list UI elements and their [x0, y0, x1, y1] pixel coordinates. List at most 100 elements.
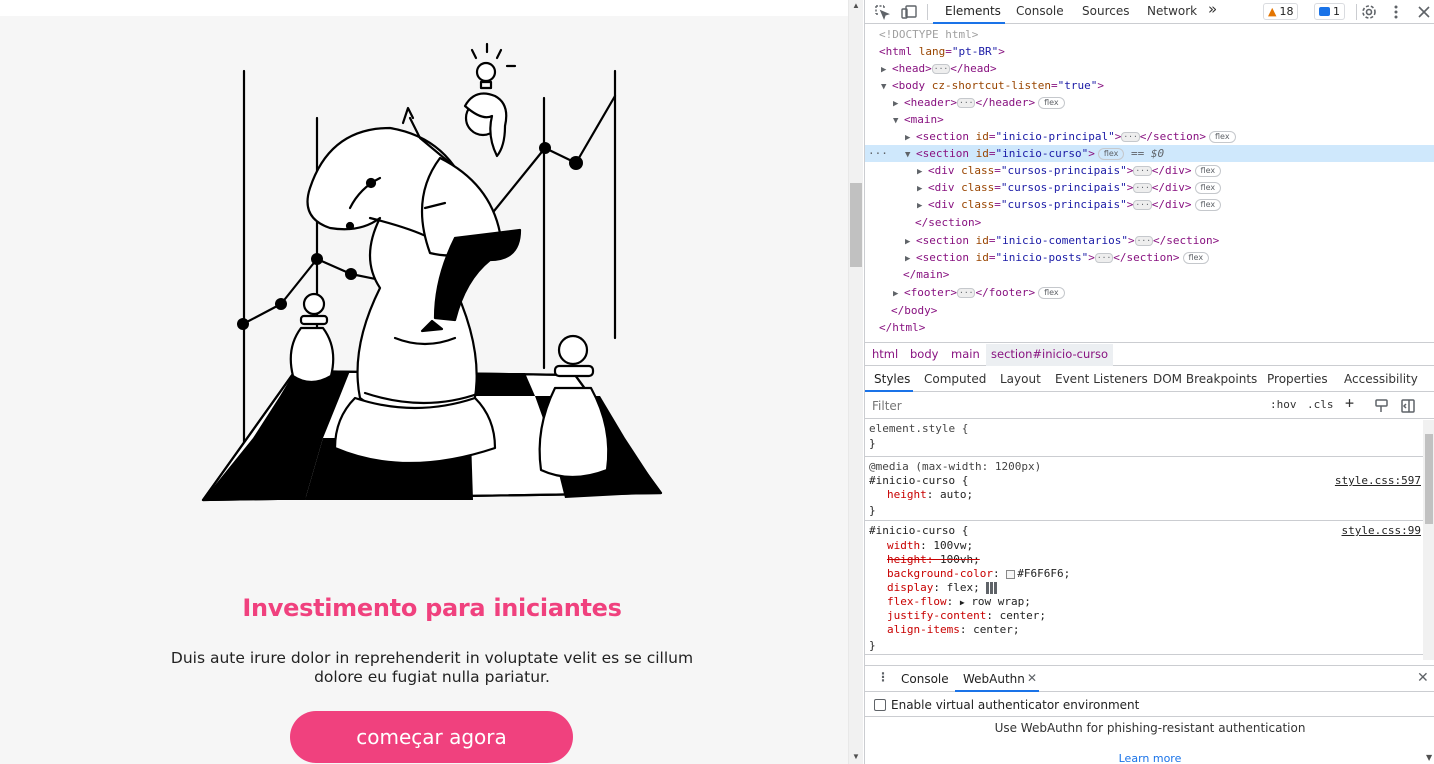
- dom-section-inicio-principal[interactable]: ▶ <section id="inicio-principal"> ··· </sec…: [865, 128, 1434, 145]
- drawer-tab-console[interactable]: Console: [901, 672, 949, 686]
- dom-div-cursos-3[interactable]: ▶ <div class="cursos-principais"> ··· </div…: [865, 196, 1434, 213]
- tab-network[interactable]: Network: [1147, 4, 1197, 18]
- start-now-button[interactable]: começar agora: [290, 711, 573, 763]
- prop-name[interactable]: height: [887, 488, 927, 501]
- messages-badge[interactable]: 1: [1314, 3, 1345, 20]
- dom-section-inicio-curso-selected[interactable]: ··· ▼ <section id="inicio-curso"> flex == $…: [865, 145, 1434, 162]
- dom-head[interactable]: ▶ <head> ··· </head>: [865, 60, 1434, 77]
- page-scrollbar[interactable]: ▲ ▼: [848, 0, 863, 764]
- ellipsis-icon[interactable]: ···: [957, 98, 976, 108]
- prop-value[interactable]: auto;: [940, 488, 973, 501]
- class-toggle[interactable]: .cls: [1307, 398, 1334, 411]
- inicio-curso-rule[interactable]: #inicio-curso { style.css:99 width: 100v…: [865, 522, 1423, 655]
- paint-brush-icon[interactable]: [1373, 397, 1391, 415]
- dom-body[interactable]: ▼ <body cz-shortcut-listen="true">: [865, 77, 1434, 94]
- sidebar-toggle-icon[interactable]: [1399, 397, 1417, 415]
- scroll-down-arrow-icon[interactable]: ▼: [852, 752, 860, 761]
- prop-value[interactable]: 100vw;: [933, 539, 973, 552]
- flex-badge[interactable]: flex: [1038, 97, 1065, 109]
- tab-dom-breakpoints[interactable]: DOM Breakpoints: [1153, 372, 1257, 386]
- scroll-up-arrow-icon[interactable]: ▲: [852, 1, 860, 10]
- tab-properties[interactable]: Properties: [1267, 372, 1328, 386]
- breadcrumb-main[interactable]: main: [951, 347, 980, 361]
- tab-computed[interactable]: Computed: [924, 372, 986, 386]
- prop-name[interactable]: flex-flow: [887, 595, 947, 608]
- gear-icon[interactable]: [1360, 3, 1378, 21]
- ellipsis-icon[interactable]: ···: [1094, 253, 1114, 263]
- scroll-down-arrow-icon[interactable]: ▼: [1426, 753, 1432, 762]
- ellipsis-icon[interactable]: ···: [1133, 183, 1152, 193]
- warnings-badge[interactable]: ▲ 18: [1263, 3, 1299, 20]
- prop-name[interactable]: background-color: [887, 567, 993, 580]
- drawer-tab-webauthn[interactable]: WebAuthn: [963, 672, 1025, 686]
- kebab-menu-icon[interactable]: [1387, 3, 1405, 21]
- prop-name[interactable]: display: [887, 581, 933, 594]
- prop-value[interactable]: center;: [1000, 609, 1046, 622]
- prop-value[interactable]: row wrap;: [971, 595, 1031, 608]
- breadcrumb-section-inicio-curso[interactable]: section#inicio-curso: [986, 344, 1114, 366]
- expand-triangle-icon[interactable]: ▶: [960, 598, 965, 607]
- ellipsis-icon[interactable]: ···: [1121, 132, 1140, 142]
- element-style-rule[interactable]: element.style { }: [865, 420, 1423, 457]
- flex-badge[interactable]: flex: [1097, 148, 1125, 160]
- breadcrumb-body[interactable]: body: [910, 347, 938, 361]
- prop-name[interactable]: width: [887, 539, 920, 552]
- inspect-element-icon[interactable]: [873, 3, 891, 21]
- dom-main[interactable]: ▼ <main>: [865, 111, 1434, 128]
- expand-triangle-icon[interactable]: ▶: [917, 198, 928, 215]
- prop-value-overridden[interactable]: 100vh;: [940, 553, 980, 566]
- dom-section-inicio-posts[interactable]: ▶ <section id="inicio-posts"> ··· </section…: [865, 249, 1434, 266]
- prop-value[interactable]: #F6F6F6;: [1017, 567, 1070, 580]
- ellipsis-icon[interactable]: ···: [957, 288, 976, 298]
- styles-filter-input[interactable]: [868, 396, 1260, 416]
- dom-header[interactable]: ▶ <header> ··· </header> flex: [865, 94, 1434, 111]
- dom-html[interactable]: <html lang="pt-BR">: [865, 43, 1434, 60]
- styles-scrollbar[interactable]: [1423, 420, 1434, 660]
- prop-value[interactable]: center;: [973, 623, 1019, 636]
- dom-div-cursos-2[interactable]: ▶ <div class="cursos-principais"> ··· </div…: [865, 179, 1434, 196]
- dom-section-inicio-comentarios[interactable]: ▶ <section id="inicio-comentarios"> ··· </s…: [865, 232, 1434, 249]
- tab-elements[interactable]: Elements: [945, 4, 1001, 18]
- drawer-menu-icon[interactable]: ⋮: [877, 670, 889, 684]
- dom-section-close[interactable]: </section>: [865, 214, 1434, 231]
- chevron-double-right-icon[interactable]: »: [1208, 0, 1217, 18]
- dom-div-cursos-1[interactable]: ▶ <div class="cursos-principais"> ··· </div…: [865, 162, 1434, 179]
- dom-footer[interactable]: ▶ <footer> ··· </footer> flex: [865, 284, 1434, 301]
- flex-badge[interactable]: flex: [1194, 165, 1222, 177]
- tab-event-listeners[interactable]: Event Listeners: [1055, 372, 1148, 386]
- flex-badge[interactable]: flex: [1194, 182, 1222, 194]
- prop-name-overridden[interactable]: height: [887, 553, 927, 566]
- expand-triangle-icon[interactable]: ▶: [893, 286, 904, 303]
- page-scroll-thumb[interactable]: [850, 183, 862, 267]
- device-toolbar-icon[interactable]: [900, 3, 918, 21]
- ellipsis-icon[interactable]: ···: [1133, 166, 1152, 176]
- source-link[interactable]: style.css:99: [1342, 524, 1421, 537]
- tab-layout[interactable]: Layout: [1000, 372, 1041, 386]
- close-tab-icon[interactable]: ✕: [1027, 671, 1037, 685]
- dom-body-close[interactable]: </body>: [865, 302, 1434, 319]
- ellipsis-icon[interactable]: ···: [1133, 200, 1152, 210]
- media-rule[interactable]: @media (max-width: 1200px) #inicio-curso…: [865, 458, 1423, 521]
- color-swatch[interactable]: [1006, 569, 1016, 579]
- breadcrumb-html[interactable]: html: [872, 347, 898, 361]
- virtual-authenticator-checkbox[interactable]: [874, 699, 886, 711]
- flex-badge[interactable]: flex: [1038, 287, 1065, 299]
- styles-scroll-thumb[interactable]: [1425, 434, 1433, 524]
- tab-console[interactable]: Console: [1016, 4, 1064, 18]
- tab-accessibility[interactable]: Accessibility: [1344, 372, 1418, 386]
- flex-badge[interactable]: flex: [1209, 131, 1236, 143]
- prop-value[interactable]: flex;: [947, 581, 980, 594]
- learn-more-link[interactable]: Learn more: [865, 752, 1434, 764]
- prop-name[interactable]: justify-content: [887, 609, 986, 622]
- source-link[interactable]: style.css:597: [1335, 474, 1421, 487]
- ellipsis-icon[interactable]: ···: [1134, 236, 1154, 246]
- flexbox-editor-icon[interactable]: [986, 582, 999, 594]
- flex-badge[interactable]: flex: [1194, 199, 1222, 211]
- close-drawer-icon[interactable]: ✕: [1417, 670, 1429, 686]
- dom-html-close[interactable]: </html>: [865, 319, 1434, 336]
- ellipsis-icon[interactable]: ···: [931, 64, 951, 74]
- more-options-icon[interactable]: ···: [868, 145, 888, 162]
- hover-state-toggle[interactable]: :hov: [1270, 398, 1297, 411]
- prop-name[interactable]: align-items: [887, 623, 960, 636]
- tab-sources[interactable]: Sources: [1082, 4, 1129, 18]
